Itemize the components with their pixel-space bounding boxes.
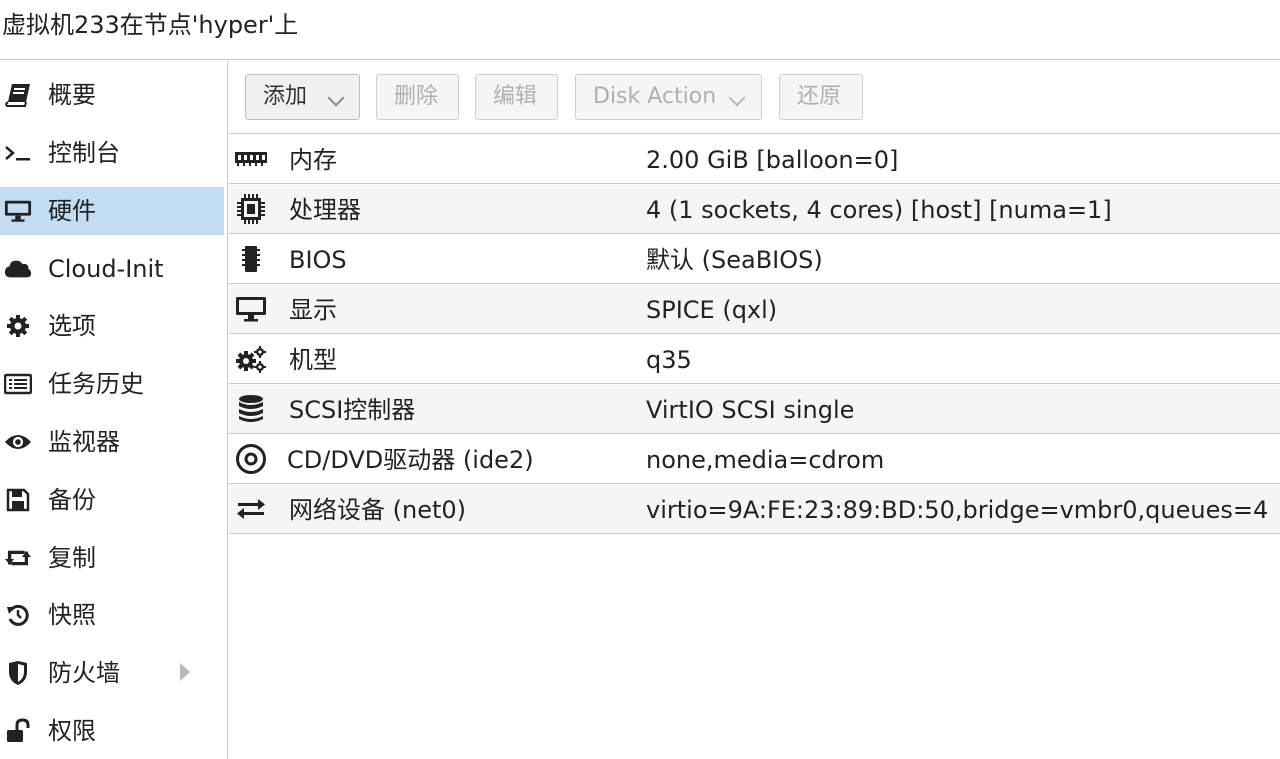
sidebar-item-task-history[interactable]: 任务历史 [0,360,224,408]
page-title: 虚拟机233在节点'hyper'上 [2,11,299,39]
sidebar-item-label: 备份 [48,486,96,514]
revert-button[interactable]: 还原 [779,74,863,120]
sidebar-item-firewall[interactable]: 防火墙 [0,649,224,697]
row-value: q35 [646,346,692,374]
sidebar-item-options[interactable]: 选项 [0,302,224,350]
chevron-down-icon [327,89,345,107]
disk-action-button-label: Disk Action [593,84,717,109]
memory-icon [234,145,268,173]
unlock-icon [4,718,32,743]
sidebar-item-label: Cloud-Init [48,255,164,283]
row-name: BIOS [289,246,347,274]
table-row[interactable]: SCSI控制器 VirtIO SCSI single [229,385,1280,434]
microchip-icon [234,245,268,273]
row-value: none,media=cdrom [646,446,885,474]
sidebar-item-label: 复制 [48,544,96,572]
terminal-icon [4,141,32,165]
gear-icon [4,314,32,338]
sidebar-item-console[interactable]: 控制台 [0,129,224,177]
row-name: CD/DVD驱动器 (ide2) [287,446,534,474]
disk-action-button[interactable]: Disk Action [575,74,762,120]
add-button-label: 添加 [263,84,308,109]
add-button[interactable]: 添加 [245,74,360,120]
chevron-down-icon [728,89,746,107]
cdrom-icon [234,444,268,474]
sidebar-item-cloud-init[interactable]: Cloud-Init [0,245,224,293]
row-name: SCSI控制器 [289,396,416,424]
sidebar-nav: 概要 控制台 硬件 Cloud-Init 选项 任务历史 监视器 备份 复制 快… [0,61,228,759]
cpu-icon [234,194,268,224]
row-value: SPICE (qxl) [646,296,778,324]
sidebar-item-snapshots[interactable]: 快照 [0,591,224,639]
sidebar-item-label: 硬件 [48,197,96,225]
list-icon [4,372,32,396]
sidebar-item-replication[interactable]: 复制 [0,534,224,582]
sidebar-item-permissions[interactable]: 权限 [0,707,224,755]
title-bar: 虚拟机233在节点'hyper'上 [0,0,1280,60]
sidebar-item-label: 概要 [48,81,96,109]
sidebar-item-label: 监视器 [48,428,120,456]
expand-arrow-icon[interactable] [180,663,190,681]
table-row[interactable]: CD/DVD驱动器 (ide2) none,media=cdrom [229,435,1280,484]
table-row[interactable]: BIOS 默认 (SeaBIOS) [229,235,1280,284]
sidebar-item-label: 选项 [48,312,96,340]
shield-icon [4,661,32,685]
eye-icon [4,430,32,454]
exchange-icon [234,495,268,523]
history-icon [4,603,32,627]
table-row[interactable]: 网络设备 (net0) virtio=9A:FE:23:89:BD:50,bri… [229,485,1280,534]
book-icon [4,83,32,107]
remove-button[interactable]: 删除 [376,74,459,120]
sidebar-item-label: 快照 [48,601,96,629]
row-value: virtio=9A:FE:23:89:BD:50,bridge=vmbr0,qu… [646,496,1269,524]
row-name: 内存 [289,146,337,174]
row-name: 处理器 [289,196,361,224]
sidebar-item-summary[interactable]: 概要 [0,71,224,119]
toolbar: 添加 删除 编辑 Disk Action 还原 [229,61,1280,134]
sidebar-item-label: 防火墙 [48,659,120,687]
table-row[interactable]: 处理器 4 (1 sockets, 4 cores) [host] [numa=… [229,185,1280,234]
sidebar-item-label: 控制台 [48,139,120,167]
retweet-icon [4,546,32,570]
table-row[interactable]: 内存 2.00 GiB [balloon=0] [229,135,1280,184]
sidebar-item-monitor[interactable]: 监视器 [0,418,224,466]
table-row[interactable]: 显示 SPICE (qxl) [229,285,1280,334]
row-name: 显示 [289,296,337,324]
desktop-icon [234,295,268,323]
table-row[interactable]: 机型 q35 [229,335,1280,384]
edit-button-label: 编辑 [493,84,538,109]
cogs-icon [234,345,268,373]
row-name: 机型 [289,346,337,374]
edit-button[interactable]: 编辑 [475,74,558,120]
sidebar-item-label: 权限 [48,717,96,745]
sidebar-item-label: 任务历史 [48,370,144,398]
row-value: 4 (1 sockets, 4 cores) [host] [numa=1] [646,196,1112,224]
desktop-icon [4,199,32,223]
cloud-icon [4,257,32,281]
sidebar-item-hardware[interactable]: 硬件 [0,187,224,235]
hardware-panel: 添加 删除 编辑 Disk Action 还原 内存 2.00 GiB [bal… [229,61,1280,759]
revert-button-label: 还原 [797,84,842,109]
sidebar-item-backup[interactable]: 备份 [0,476,224,524]
row-value: 默认 (SeaBIOS) [646,246,823,274]
floppy-icon [4,488,32,512]
row-value: VirtIO SCSI single [646,396,855,424]
row-value: 2.00 GiB [balloon=0] [646,146,899,174]
row-name: 网络设备 (net0) [289,496,467,524]
database-icon [234,395,268,423]
remove-button-label: 删除 [394,84,439,109]
